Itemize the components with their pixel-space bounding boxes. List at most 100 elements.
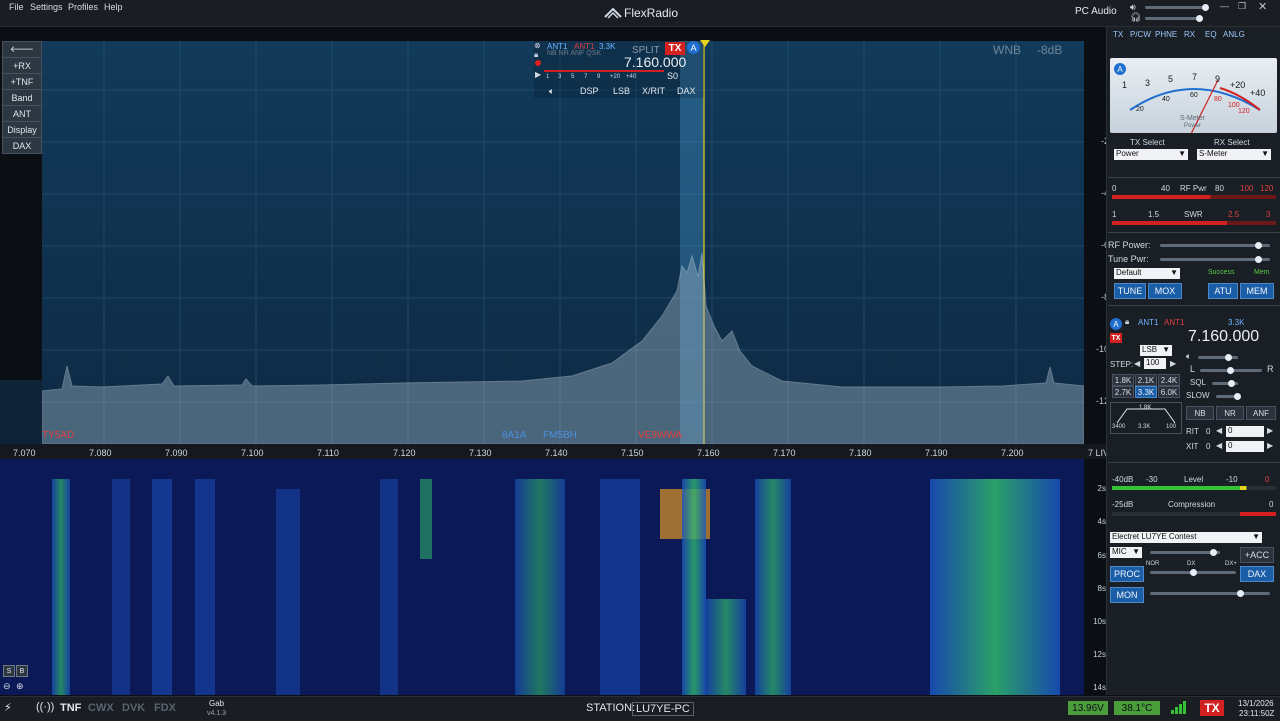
nr-button[interactable]: NR <box>1216 406 1244 420</box>
step-value[interactable]: 100 <box>1144 358 1166 369</box>
zoom-in-icon[interactable]: ⊕ <box>16 681 24 692</box>
add-tnf-button[interactable]: +TNF <box>2 73 42 90</box>
spot-fm5bh[interactable]: FM5BH <box>543 430 577 441</box>
close-icon[interactable]: ✕ <box>1258 0 1267 13</box>
rit-label[interactable]: RIT <box>1186 427 1199 436</box>
mode-dropdown[interactable]: LSB ▼ <box>1140 345 1172 356</box>
xit-input[interactable]: 0 <box>1226 441 1264 452</box>
filter-3.3k-button[interactable]: 3.3K <box>1135 386 1157 398</box>
audio-gain-knob[interactable] <box>1225 354 1232 361</box>
agc-threshold-knob[interactable] <box>1234 393 1241 400</box>
filter-2.1k-button[interactable]: 2.1K <box>1135 374 1157 386</box>
rit-input[interactable]: 0 <box>1226 426 1264 437</box>
tab-pcw[interactable]: P/CW <box>1130 30 1151 39</box>
rit-down-icon[interactable]: ◀ <box>1216 426 1222 435</box>
slice-panel-tx-antenna[interactable]: ANT1 <box>1164 318 1184 327</box>
proc-button[interactable]: PROC <box>1110 566 1144 582</box>
proc-knob[interactable] <box>1190 569 1197 576</box>
rf-power-knob[interactable] <box>1255 242 1262 249</box>
add-rx-button[interactable]: +RX <box>2 57 42 74</box>
tx-select-dropdown[interactable]: Power ▼ <box>1114 149 1188 160</box>
filter-1.8k-button[interactable]: 1.8K <box>1112 374 1134 386</box>
b-button[interactable]: B <box>16 665 28 677</box>
slice-letter-badge[interactable]: A <box>687 41 700 54</box>
rf-power-slider[interactable] <box>1160 244 1270 247</box>
cwx-toggle[interactable]: CWX <box>88 702 114 714</box>
slice-panel-letter[interactable]: A <box>1110 318 1122 330</box>
band-button[interactable]: Band <box>2 89 42 106</box>
tab-tx[interactable]: TX <box>1113 30 1123 39</box>
slice-panel-tx-badge[interactable]: TX <box>1110 333 1122 343</box>
tx-profile-dropdown[interactable]: Default ▼ <box>1114 268 1180 279</box>
dax-button[interactable]: DAX <box>2 137 42 154</box>
mon-button[interactable]: MON <box>1110 587 1144 603</box>
tune-power-knob[interactable] <box>1255 256 1262 263</box>
slice-frequency[interactable]: 7.160.000 <box>624 54 686 70</box>
audio-pan-knob[interactable] <box>1227 367 1234 374</box>
atu-button[interactable]: ATU <box>1208 283 1238 299</box>
audio-mute-icon[interactable]: 🔈︎ <box>549 86 554 97</box>
slice-tuning-triangle[interactable] <box>700 40 710 47</box>
mic-level-knob[interactable] <box>1210 549 1217 556</box>
tune-button[interactable]: TUNE <box>1114 283 1146 299</box>
acc-button[interactable]: +ACC <box>1240 547 1274 563</box>
filter-2.7k-button[interactable]: 2.7K <box>1112 386 1134 398</box>
record-icon[interactable] <box>535 60 541 66</box>
rit-up-icon[interactable]: ▶ <box>1267 426 1273 435</box>
spot-ty5ad[interactable]: TY5AD <box>42 430 74 441</box>
monitor-level-slider[interactable] <box>1150 592 1270 595</box>
anf-button[interactable]: ANF <box>1246 406 1276 420</box>
xit-down-icon[interactable]: ◀ <box>1216 441 1222 450</box>
menu-file[interactable]: File <box>9 2 24 12</box>
filter-graph[interactable]: 1.8K 3400 3.3K 100 <box>1110 402 1182 434</box>
mem-button[interactable]: MEM <box>1240 283 1274 299</box>
filter-6.0k-button[interactable]: 6.0K <box>1158 386 1180 398</box>
close-slice-icon[interactable]: ⊗ <box>534 41 541 50</box>
headphone-volume-knob[interactable] <box>1196 15 1203 22</box>
tab-anlg[interactable]: ANLG <box>1223 30 1245 39</box>
slice-panel-rx-antenna[interactable]: ANT1 <box>1138 318 1158 327</box>
mic-profile-dropdown[interactable]: Electret LU7YE Contest ▼ <box>1110 532 1262 543</box>
dvk-toggle[interactable]: DVK <box>122 702 145 714</box>
spot-ve9wwa[interactable]: VE9WWA <box>638 430 682 441</box>
station-value[interactable]: LU7YE-PC <box>632 702 694 716</box>
wnb-label[interactable]: WNB <box>993 43 1021 57</box>
step-down-icon[interactable]: ◀ <box>1134 359 1140 368</box>
tab-rx[interactable]: RX <box>1184 30 1195 39</box>
slice-panel-lock-icon[interactable]: 🔒︎ <box>1125 317 1129 327</box>
wireless-icon[interactable]: ((·)) <box>36 701 54 713</box>
mode-button[interactable]: LSB <box>613 86 630 96</box>
tune-power-slider[interactable] <box>1160 258 1270 261</box>
rx-select-dropdown[interactable]: S-Meter ▼ <box>1197 149 1271 160</box>
waterfall[interactable]: S B ⊖ ⊕ <box>0 459 1084 695</box>
tnf-toggle[interactable]: TNF <box>60 702 81 714</box>
xit-up-icon[interactable]: ▶ <box>1267 441 1273 450</box>
maximize-icon[interactable]: ❐ <box>1238 1 1246 12</box>
lineout-volume-knob[interactable] <box>1202 4 1209 11</box>
display-button[interactable]: Display <box>2 121 42 138</box>
agc-mode[interactable]: SLOW <box>1186 391 1210 400</box>
audio-gain-slider[interactable] <box>1198 356 1238 359</box>
spot-8a1a[interactable]: 8A1A <box>502 430 526 441</box>
step-up-icon[interactable]: ▶ <box>1170 359 1176 368</box>
headphone-volume-slider[interactable] <box>1145 17 1201 20</box>
mic-input-dropdown[interactable]: MIC ▼ <box>1110 547 1142 558</box>
sql-label[interactable]: SQL <box>1190 378 1206 387</box>
tx-dax-button[interactable]: DAX <box>1240 566 1274 582</box>
lineout-volume-slider[interactable] <box>1145 6 1207 9</box>
nb-button[interactable]: NB <box>1186 406 1214 420</box>
xrit-button[interactable]: X/RIT <box>642 86 665 96</box>
monitor-level-knob[interactable] <box>1237 590 1244 597</box>
tab-eq[interactable]: EQ <box>1205 30 1217 39</box>
s-button[interactable]: S <box>3 665 15 677</box>
play-icon[interactable]: ▶ <box>535 70 541 79</box>
menu-help[interactable]: Help <box>104 2 123 12</box>
mox-button[interactable]: MOX <box>1148 283 1182 299</box>
zoom-out-icon[interactable]: ⊖ <box>3 681 11 692</box>
lock-icon[interactable]: 🔒︎ <box>534 50 538 60</box>
menu-profiles[interactable]: Profiles <box>68 2 98 12</box>
xit-label[interactable]: XIT <box>1186 442 1198 451</box>
fdx-toggle[interactable]: FDX <box>154 702 176 714</box>
ant-button[interactable]: ANT <box>2 105 42 122</box>
dsp-button[interactable]: DSP <box>580 86 599 96</box>
